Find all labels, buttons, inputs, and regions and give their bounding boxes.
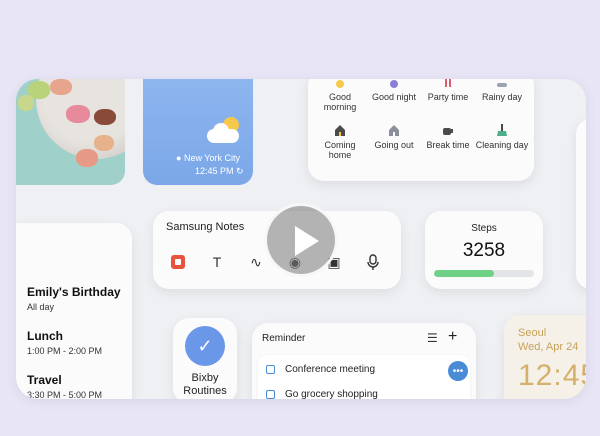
weather-time: 12:45 PM ↻ bbox=[195, 166, 244, 176]
reminder-item[interactable]: Conference meeting bbox=[266, 364, 375, 375]
mode-party-time[interactable]: Party time bbox=[420, 79, 476, 102]
broom-icon bbox=[497, 124, 507, 136]
macaron-image bbox=[66, 105, 90, 123]
rain-icon bbox=[497, 83, 507, 87]
checkbox[interactable] bbox=[266, 365, 275, 374]
steps-progress-fill bbox=[434, 270, 494, 277]
modes-widget: Good morning Good night Party time Rainy… bbox=[308, 79, 534, 181]
coffee-icon bbox=[443, 128, 453, 135]
clock-time: 12:45 bbox=[518, 359, 586, 392]
bixby-routines-widget[interactable]: ✓ Bixby Routines bbox=[173, 318, 237, 399]
mic-icon[interactable] bbox=[364, 253, 382, 271]
notes-title: Samsung Notes bbox=[166, 221, 245, 233]
steps-progress-bar bbox=[434, 270, 534, 277]
steps-count: 3258 bbox=[462, 240, 506, 261]
calendar-event[interactable]: Emily's Birthday All day bbox=[27, 285, 121, 312]
refresh-icon[interactable]: ↻ bbox=[236, 166, 244, 176]
moon-icon bbox=[390, 80, 398, 88]
reminder-widget[interactable]: Reminder ☰ + Conference meeting ••• Go g… bbox=[252, 323, 476, 399]
mode-good-night[interactable]: Good night bbox=[366, 79, 422, 102]
macaron-image bbox=[94, 109, 116, 125]
clock-city: Seoul bbox=[518, 327, 547, 339]
weather-city: ● New York City bbox=[176, 153, 240, 163]
steps-label: Steps bbox=[471, 223, 497, 234]
video-play-button[interactable] bbox=[264, 203, 338, 277]
mode-coming-home[interactable]: Coming home bbox=[312, 123, 368, 160]
bixby-routines-icon: ✓ bbox=[185, 326, 225, 366]
note-icon[interactable] bbox=[169, 253, 187, 271]
reminder-item[interactable]: Go grocery shopping bbox=[266, 389, 378, 399]
calendar-event[interactable]: Travel 3:30 PM - 5:00 PM bbox=[27, 373, 102, 399]
partly-cloudy-icon bbox=[207, 117, 241, 143]
calendar-event[interactable]: Lunch 1:00 PM - 2:00 PM bbox=[27, 329, 102, 356]
chat-icon[interactable]: ••• bbox=[448, 361, 468, 381]
macaron-image bbox=[94, 135, 114, 151]
reminder-title: Reminder bbox=[262, 333, 306, 344]
macaron-image bbox=[76, 149, 98, 167]
mode-going-out[interactable]: Going out bbox=[366, 123, 422, 150]
macaron-image bbox=[18, 95, 34, 111]
partial-widget-edge bbox=[576, 119, 586, 289]
text-icon[interactable]: T bbox=[208, 253, 226, 271]
mode-cleaning-day[interactable]: Cleaning day bbox=[474, 123, 530, 150]
weather-widget[interactable]: ● New York City 12:45 PM ↻ bbox=[143, 79, 253, 185]
macaron-photo bbox=[16, 79, 125, 185]
pen-icon[interactable]: ∿ bbox=[247, 253, 265, 271]
mode-rainy-day[interactable]: Rainy day bbox=[474, 79, 530, 102]
world-clock-widget[interactable]: Seoul Wed, Apr 24 12:45 bbox=[504, 315, 586, 399]
list-icon[interactable]: ☰ bbox=[427, 331, 438, 345]
mode-good-morning[interactable]: Good morning bbox=[312, 79, 368, 112]
mode-break-time[interactable]: Break time bbox=[420, 123, 476, 150]
bixby-routines-label: Bixby Routines bbox=[183, 372, 227, 397]
play-icon bbox=[295, 226, 319, 256]
macaron-image bbox=[50, 79, 72, 95]
widget-showcase: ● New York City 12:45 PM ↻ Good morning … bbox=[16, 79, 586, 399]
reminder-list: Conference meeting ••• Go grocery shoppi… bbox=[258, 355, 470, 399]
checkbox[interactable] bbox=[266, 390, 275, 399]
calendar-widget[interactable]: Emily's Birthday All day Lunch 1:00 PM -… bbox=[16, 223, 132, 399]
steps-widget[interactable]: Steps 3258 bbox=[425, 211, 543, 289]
sun-icon bbox=[336, 80, 344, 88]
plus-icon[interactable]: + bbox=[448, 328, 457, 346]
location-pin-icon: ● bbox=[176, 153, 182, 163]
clock-date: Wed, Apr 24 bbox=[518, 341, 579, 353]
party-icon bbox=[445, 79, 451, 87]
house-out-icon bbox=[389, 125, 399, 136]
house-icon bbox=[335, 125, 345, 136]
